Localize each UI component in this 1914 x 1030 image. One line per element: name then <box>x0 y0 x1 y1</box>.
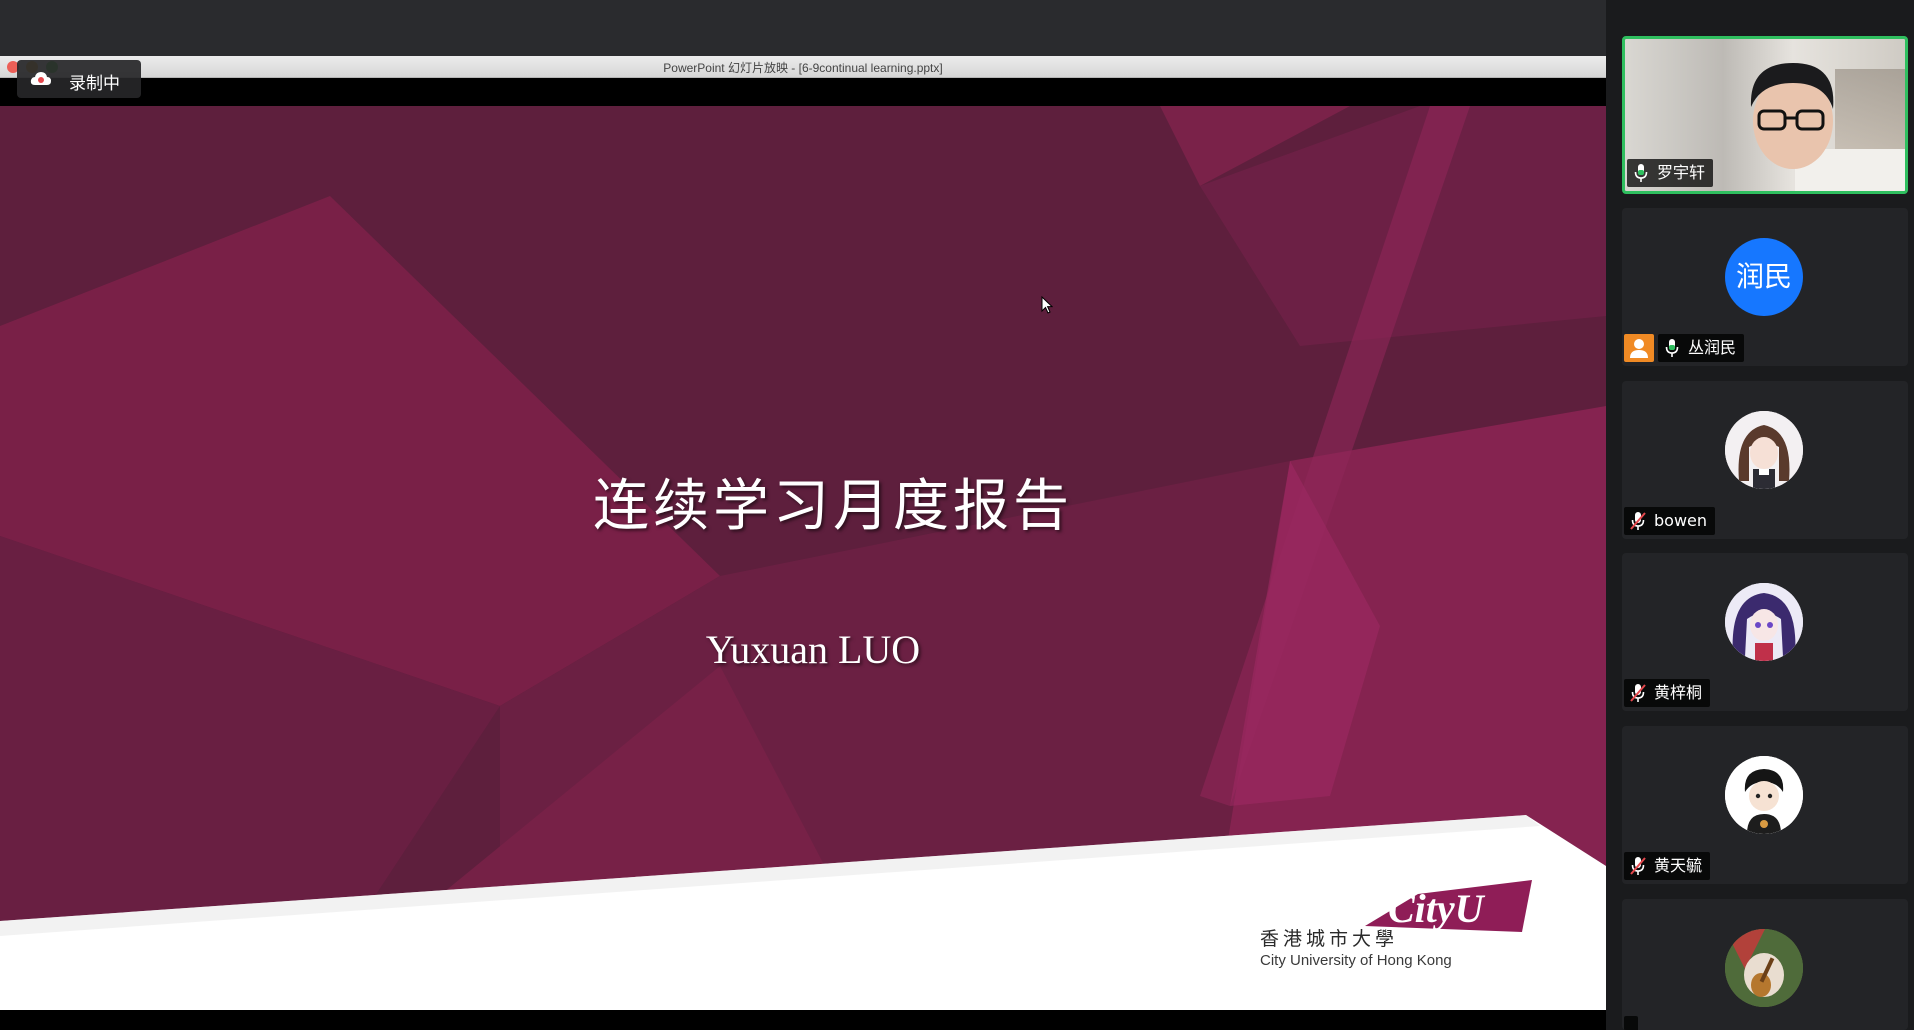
powerpoint-titlebar: PowerPoint 幻灯片放映 - [6-9continual learnin… <box>0 56 1606 78</box>
slide-author: Yuxuan LUO <box>705 627 921 672</box>
recording-label: 录制中 <box>69 74 120 94</box>
participant-name: 黄天毓 <box>1654 856 1703 875</box>
microphone-on-icon <box>1665 339 1679 357</box>
participants-panel: 罗宇轩 润民 丛润民 bowen 黄梓桐 黄天毓 <box>1606 0 1914 1030</box>
microphone-muted-icon <box>1630 857 1646 875</box>
screen-share-area: PowerPoint 幻灯片放映 - [6-9continual learnin… <box>0 0 1606 1030</box>
powerpoint-window-title: PowerPoint 幻灯片放映 - [6-9continual learnin… <box>663 61 943 75</box>
microphone-muted-icon <box>1630 512 1646 530</box>
participant-name: bowen <box>1654 511 1708 530</box>
text-avatar: 润民 <box>1725 238 1803 316</box>
participant-tile[interactable]: 黄天毓 <box>1622 726 1908 884</box>
participant-tile[interactable]: 润民 丛润民 <box>1622 208 1908 366</box>
university-name-en: City University of Hong Kong <box>1260 952 1452 969</box>
participant-name: 罗宇轩 <box>1657 163 1706 182</box>
participant-name-tag: 丛润民 <box>1658 334 1745 362</box>
participant-name-tag: 黄天毓 <box>1624 852 1711 880</box>
slideshow-letterbox-top <box>0 78 1606 106</box>
anime-girl-avatar <box>1725 411 1803 489</box>
cloud-recording-icon <box>30 72 51 85</box>
person-icon <box>1624 334 1654 362</box>
participant-tile[interactable]: 罗宇轩 <box>1622 36 1908 194</box>
microphone-on-icon <box>1634 164 1648 182</box>
participant-name-tag: bowen <box>1624 507 1716 535</box>
participant-name-tag: 罗宇轩 <box>1627 159 1714 187</box>
participant-name: 黄梓桐 <box>1654 683 1703 702</box>
guitar-avatar <box>1725 929 1803 1007</box>
mouse-cursor-icon <box>1041 296 1053 314</box>
slideshow-letterbox-bottom <box>0 1010 1606 1030</box>
anime-purple-hair-avatar <box>1725 583 1803 661</box>
cartoon-boy-avatar <box>1725 756 1803 834</box>
participant-name-tag <box>1624 1016 1638 1030</box>
presentation-slide: 连续学习月度报告 Yuxuan LUO CityU 香港城市大學 City Un… <box>0 106 1606 1010</box>
university-name-cn: 香港城市大學 <box>1260 928 1399 950</box>
cityu-logo: CityU 香港城市大學 City University of Hong Kon… <box>1260 872 1560 992</box>
slide-title: 连续学习月度报告 <box>593 474 1073 539</box>
microphone-muted-icon <box>1630 684 1646 702</box>
participant-name-tag: 黄梓桐 <box>1624 679 1711 707</box>
participant-name: 丛润民 <box>1688 338 1737 357</box>
recording-indicator[interactable]: 录制中 <box>17 60 141 98</box>
participant-tile[interactable]: bowen <box>1622 381 1908 539</box>
participant-tile[interactable] <box>1622 899 1908 1030</box>
participant-tile[interactable]: 黄梓桐 <box>1622 553 1908 711</box>
cityu-logo-brand: CityU <box>1388 886 1486 931</box>
